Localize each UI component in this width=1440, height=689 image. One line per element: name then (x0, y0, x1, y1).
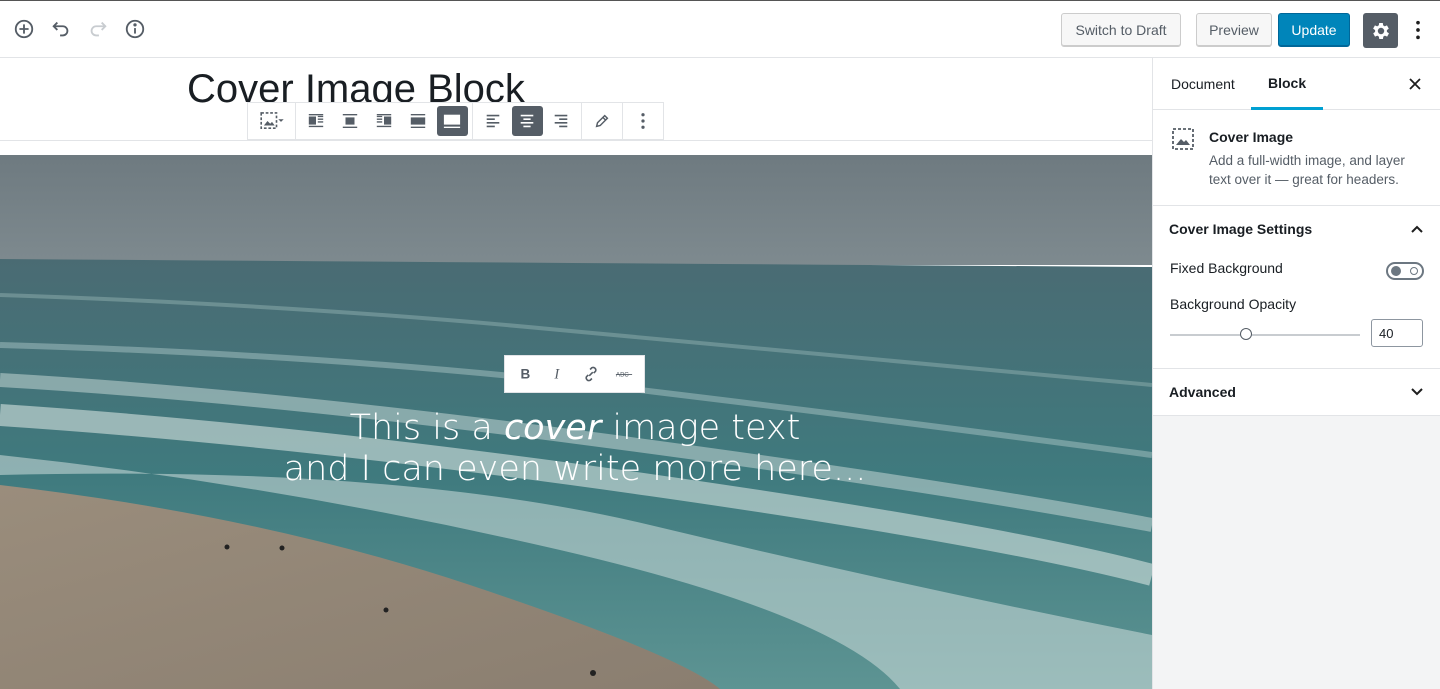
chevron-up-icon (1411, 225, 1423, 233)
align-wide-icon[interactable] (403, 106, 434, 136)
advanced-toggle[interactable]: Advanced (1153, 369, 1440, 415)
fixed-background-toggle[interactable] (1386, 262, 1424, 280)
block-description: Add a full-width image, and layer text o… (1209, 153, 1405, 187)
gear-icon (1372, 22, 1389, 39)
toggle-off-indicator (1410, 267, 1418, 275)
cover-text-line-1: This is a cover image text (250, 408, 900, 449)
undo-icon[interactable] (46, 14, 76, 44)
editor-header: Switch to Draft Preview Update (0, 0, 1440, 58)
post-title[interactable]: Cover Image Block (187, 62, 525, 106)
cover-text-part: This is a (349, 408, 504, 448)
add-block-icon[interactable] (9, 14, 39, 44)
edit-image-icon[interactable] (587, 106, 618, 136)
cover-text-part: image text (601, 408, 801, 448)
format-toolbar: B I ABC (504, 355, 645, 393)
svg-text:I: I (554, 367, 561, 383)
align-center-icon[interactable] (335, 106, 366, 136)
opacity-slider-track[interactable] (1170, 334, 1360, 336)
panel-title: Cover Image Settings (1169, 221, 1313, 237)
link-icon[interactable] (576, 359, 606, 389)
toggle-knob (1391, 266, 1401, 276)
strikethrough-icon[interactable]: ABC (609, 359, 639, 389)
cover-image-block[interactable]: B I ABC This is a cover image text and I… (0, 155, 1152, 689)
svg-text:B: B (521, 367, 531, 382)
more-menu-icon[interactable] (1408, 15, 1428, 45)
advanced-panel: Advanced (1153, 369, 1440, 416)
cover-text-italic: cover (503, 408, 602, 448)
toolbar-divider (0, 140, 1152, 141)
block-more-icon[interactable] (628, 106, 659, 136)
bold-icon[interactable]: B (510, 359, 540, 389)
block-switcher-button[interactable] (253, 106, 291, 136)
tab-block[interactable]: Block (1251, 58, 1324, 110)
svg-text:ABC: ABC (616, 372, 629, 379)
cover-image-settings-body: Fixed Background Background Opacity (1153, 252, 1440, 368)
align-left-icon[interactable] (301, 106, 332, 136)
update-button[interactable]: Update (1278, 13, 1350, 47)
cover-image-icon (1172, 128, 1194, 150)
preview-button[interactable]: Preview (1196, 13, 1272, 47)
editor-canvas: Cover Image Block B I ABC This is a cove… (0, 58, 1152, 689)
text-align-center-icon[interactable] (511, 106, 543, 136)
panel-title: Advanced (1169, 384, 1236, 400)
cover-text-line-2: and I can even write more here... (283, 449, 867, 489)
text-align-right-icon[interactable] (546, 106, 577, 136)
settings-sidebar: Document Block Cover Image Add a full-wi… (1152, 58, 1440, 689)
align-right-icon[interactable] (369, 106, 400, 136)
fixed-background-label: Fixed Background (1170, 260, 1283, 276)
info-icon[interactable] (120, 14, 150, 44)
opacity-slider-handle[interactable] (1240, 328, 1252, 340)
switch-to-draft-button[interactable]: Switch to Draft (1061, 13, 1181, 47)
block-toolbar (247, 102, 664, 140)
redo-icon[interactable] (83, 14, 113, 44)
italic-icon[interactable]: I (543, 359, 573, 389)
sidebar-tabs: Document Block (1153, 58, 1440, 110)
block-card: Cover Image Add a full-width image, and … (1153, 110, 1440, 206)
text-align-left-icon[interactable] (478, 106, 509, 136)
cover-image-settings-toggle[interactable]: Cover Image Settings (1153, 206, 1440, 252)
cover-text[interactable]: This is a cover image text and I can eve… (250, 408, 900, 490)
align-full-icon[interactable] (436, 106, 468, 136)
chevron-down-icon (1411, 388, 1423, 396)
close-icon[interactable] (1404, 73, 1426, 95)
tab-document[interactable]: Document (1154, 58, 1252, 110)
cover-image-icon (259, 112, 284, 130)
block-name: Cover Image (1209, 129, 1294, 145)
cover-image-settings-panel: Cover Image Settings Fixed Background Ba… (1153, 206, 1440, 369)
settings-button[interactable] (1363, 13, 1398, 48)
opacity-input[interactable] (1371, 319, 1423, 347)
background-opacity-label: Background Opacity (1170, 296, 1297, 312)
